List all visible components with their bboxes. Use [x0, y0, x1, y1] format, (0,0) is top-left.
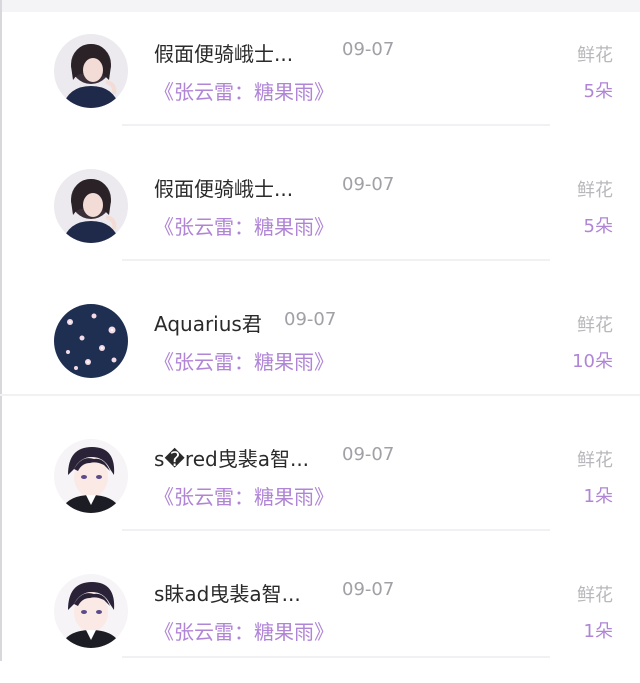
row-divider [122, 124, 550, 126]
row-divider [0, 394, 640, 396]
work-title-link[interactable]: 《张云雷：糖果雨》 [154, 481, 334, 510]
girl-short-hair-avatar-icon[interactable] [54, 34, 128, 108]
gift-count: 1朵 [583, 486, 613, 507]
user-name[interactable]: Aquarius君 [154, 308, 262, 337]
gift-count: 1朵 [583, 621, 613, 642]
row-divider [122, 529, 550, 531]
gift-list: 假面便骑峨士... 09-07 《张云雷：糖果雨》 鲜花 5朵 假面便骑峨士..… [0, 0, 640, 661]
work-title-link[interactable]: 《张云雷：糖果雨》 [154, 346, 334, 375]
gift-count: 10朵 [572, 351, 613, 372]
girl-short-hair-avatar-icon[interactable] [54, 169, 128, 243]
gift-date: 09-07 [342, 579, 395, 600]
anime-boy-avatar-icon[interactable] [54, 439, 128, 513]
gift-type-label: 鲜花 [577, 585, 613, 606]
gift-date: 09-07 [342, 444, 395, 465]
gift-type-label: 鲜花 [577, 180, 613, 201]
user-name[interactable]: 假面便骑峨士... [154, 173, 293, 202]
gift-list-item[interactable]: 假面便骑峨士... 09-07 《张云雷：糖果雨》 鲜花 5朵 [0, 143, 640, 278]
gift-list-item[interactable]: s眜ad曳裴a智... 09-07 《张云雷：糖果雨》 鲜花 1朵 [0, 548, 640, 683]
gift-type-label: 鲜花 [577, 45, 613, 66]
user-name[interactable]: 假面便骑峨士... [154, 38, 293, 67]
row-divider [122, 259, 550, 261]
user-name[interactable]: s眜ad曳裴a智... [154, 578, 301, 607]
gift-count: 5朵 [583, 81, 613, 102]
gift-list-item[interactable]: 假面便骑峨士... 09-07 《张云雷：糖果雨》 鲜花 5朵 [0, 8, 640, 143]
gift-count: 5朵 [583, 216, 613, 237]
user-name[interactable]: s�red曳裴a智... [154, 443, 309, 472]
gift-date: 09-07 [342, 174, 395, 195]
gift-list-item[interactable]: s�red曳裴a智... 09-07 《张云雷：糖果雨》 鲜花 1朵 [0, 413, 640, 548]
work-title-link[interactable]: 《张云雷：糖果雨》 [154, 76, 334, 105]
gift-list-item[interactable]: Aquarius君 09-07 《张云雷：糖果雨》 鲜花 10朵 [0, 278, 640, 413]
anime-boy-avatar-icon[interactable] [54, 574, 128, 648]
gift-date: 09-07 [284, 309, 337, 330]
work-title-link[interactable]: 《张云雷：糖果雨》 [154, 616, 334, 645]
row-divider [122, 656, 550, 658]
work-title-link[interactable]: 《张云雷：糖果雨》 [154, 211, 334, 240]
sakura-navy-avatar-icon[interactable] [54, 304, 128, 378]
gift-type-label: 鲜花 [577, 450, 613, 471]
gift-date: 09-07 [342, 39, 395, 60]
gift-type-label: 鲜花 [577, 315, 613, 336]
